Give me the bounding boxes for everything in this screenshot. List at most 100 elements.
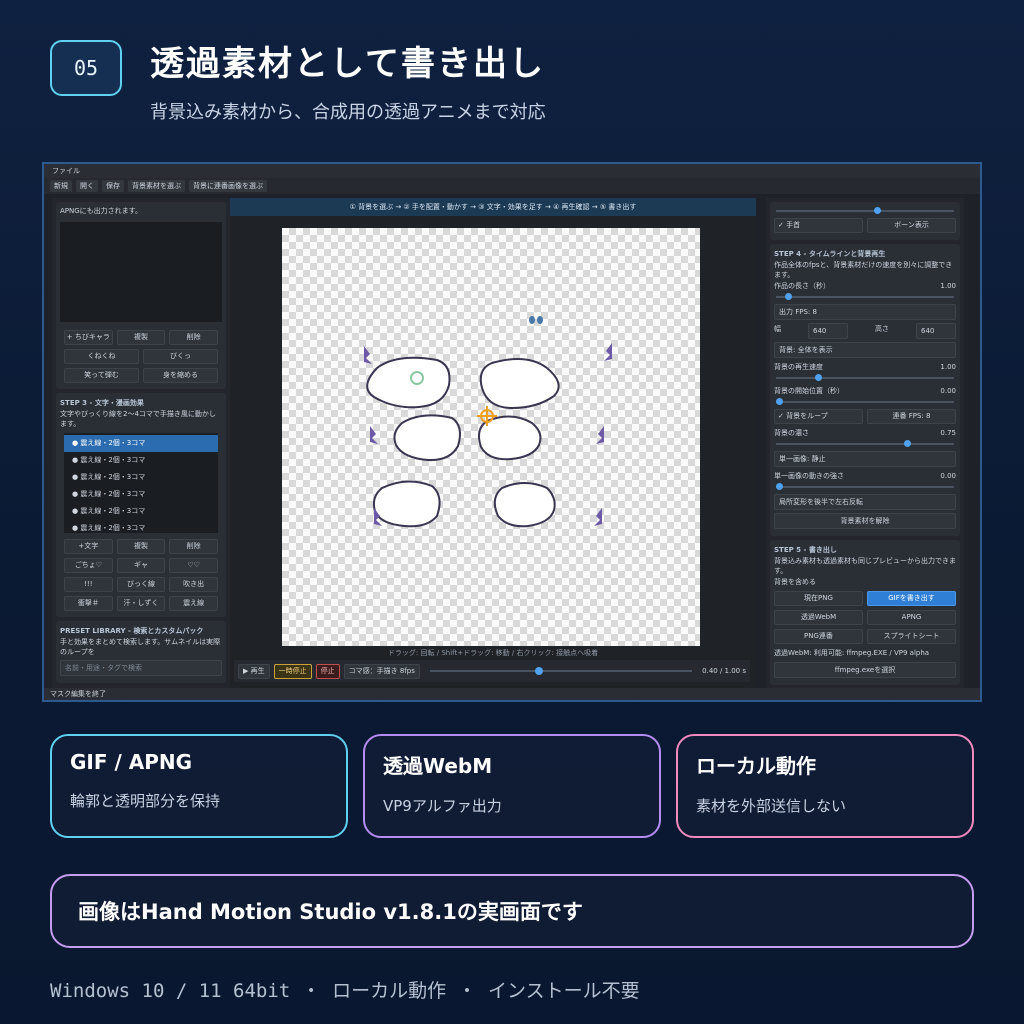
time-readout: 0.40 / 1.00 s [702,667,746,675]
export-png-seq-button[interactable]: PNG連番 [774,629,863,644]
export-webm-button[interactable]: 透過WebM [774,610,863,625]
canvas-hint: ドラッグ: 回転 / Shift+ドラッグ: 移動 / 右クリック: 接触点へ吸… [387,649,599,657]
play-button[interactable]: ▶ 再生 [238,663,270,679]
timeline-slider[interactable] [429,667,693,675]
fx-button[interactable]: ♡♡ [169,558,218,573]
webm-note: 透過WebM: 利用可能: ffmpeg.EXE / VP9 alpha [774,649,930,657]
width-label: 幅 [774,325,781,333]
flip-checkbox[interactable]: 局所変形を後半で左右反転 [774,494,956,510]
fx-button[interactable]: 吹き出 [169,577,218,592]
bg-display-select[interactable]: 背景: 全体を表示 [774,342,956,358]
fx-button[interactable]: 衝撃＃ [64,596,113,611]
workflow-steps: ① 背景を選ぶ → ② 手を配置・動かす → ③ 文字・効果を足す → ④ 再生… [230,198,756,216]
export-sprite-button[interactable]: スプライトシート [867,629,956,644]
intro-text: APNGにも出力されます。 [60,207,142,215]
bg-density-value: 0.75 [940,429,956,437]
bg-speed-slider[interactable] [776,374,954,381]
new-button[interactable]: 新規 [50,180,72,192]
height-input[interactable]: 640 [916,323,956,339]
step3-desc: 文字やびっくり線を2〜4コマで手描き風に動かします。 [60,410,216,428]
shrink-button[interactable]: 身を縮める [143,368,218,383]
single-move-label: 単一画像の動きの強さ [774,472,844,480]
preset-search-input[interactable]: 名前・用途・タグで検索 [60,660,222,676]
width-input[interactable]: 640 [808,323,848,339]
step5-title: STEP 5 - 書き出し [774,546,837,554]
fx-button[interactable]: !!! [64,577,113,592]
fx-button[interactable]: ギャ [116,558,166,573]
length-slider[interactable] [776,293,954,300]
card-desc: 素材を外部送信しない [696,797,847,815]
status-bar: マスク編集を終了 [44,688,980,700]
bg-speed-label: 背景の再生速度 [774,363,823,371]
step3-box: STEP 3 - 文字・漫画効果 文字やびっくり線を2〜4コマで手描き風に動かし… [56,393,226,617]
preview-canvas[interactable] [282,228,700,646]
center-preview: ① 背景を選ぶ → ② 手を配置・動かす → ③ 文字・効果を足す → ④ 再生… [230,198,756,690]
frame-style-select[interactable]: コマ感：手描き 8fps [343,663,420,679]
card-desc: VP9アルファ出力 [383,797,502,815]
list-item[interactable]: ● 震え線・2個・3コマ [64,486,218,503]
menu-file[interactable]: ファイル [44,164,980,178]
card-title: ローカル動作 [696,754,816,778]
include-bg-checkbox[interactable]: 背景を含める [774,576,956,588]
bg-start-label: 背景の開始位置（秒） [774,387,844,395]
top-options: ✓ 手首 ボーン表示 [770,202,960,240]
step4-box: STEP 4 - タイムラインと背景再生 作品全体のfpsと、背景素材だけの速度… [770,244,960,536]
open-button[interactable]: 開く [76,180,98,192]
wrist-checkbox[interactable]: ✓ 手首 [774,218,863,233]
fx-button[interactable]: 震え線 [169,596,218,611]
startle-button[interactable]: びくっ [143,349,218,364]
seq-fps-select[interactable]: 連番 FPS: 8 [867,409,956,424]
playback-bar: ▶ 再生 一時停止 停止 コマ感：手描き 8fps 0.40 / 1.00 s [234,660,750,682]
step4-title: STEP 4 - タイムラインと背景再生 [774,250,886,258]
hands-illustration [364,316,612,528]
bg-density-slider[interactable] [776,440,954,447]
add-text-button[interactable]: +文字 [64,539,113,554]
duplicate-button[interactable]: 複製 [116,330,166,345]
pause-button[interactable]: 一時停止 [273,663,312,679]
step4-desc: 作品全体のfpsと、背景素材だけの速度を別々に調整できます。 [774,261,953,279]
toolbar: 新規 開く 保存 背景素材を選ぶ 背景に連番画像を選ぶ [44,178,980,194]
release-bg-button[interactable]: 背景素材を解除 [774,513,956,529]
export-gif-button[interactable]: GIFを書き出す [867,591,956,606]
list-item[interactable]: ● 震え線・2個・3コマ [64,503,218,520]
fps-select[interactable]: 出力 FPS: 8 [774,304,956,320]
stop-button[interactable]: 停止 [315,663,340,679]
bg-start-slider[interactable] [776,398,954,405]
bg-speed-value: 1.00 [940,363,956,371]
step-badge: 05 [50,40,122,96]
fx-button[interactable]: 汗・しずく [116,596,166,611]
preset-desc: 手と効果をまとめて検索します。サムネイルは実際のループを [60,638,221,656]
list-item[interactable]: ● 震え線・2個・3コマ [64,520,218,537]
single-move-value: 0.00 [940,472,956,480]
add-chibi-button[interactable]: + ちびキャラ [64,330,113,345]
bg-loop-checkbox[interactable]: ✓ 背景をループ [774,409,863,424]
app-screenshot: ファイル 新規 開く 保存 背景素材を選ぶ 背景に連番画像を選ぶ APNGにも出… [42,162,982,702]
bone-toggle[interactable]: ボーン表示 [867,218,956,233]
length-value: 1.00 [940,282,956,290]
character-list[interactable] [60,222,222,322]
fx-duplicate-button[interactable]: 複製 [116,539,166,554]
save-button[interactable]: 保存 [102,180,124,192]
delete-button[interactable]: 削除 [169,330,218,345]
page-subtitle: 背景込み素材から、合成用の透過アニメまで対応 [150,102,546,123]
select-bg-button[interactable]: 背景素材を選ぶ [128,180,185,192]
fx-delete-button[interactable]: 削除 [169,539,218,554]
fx-button[interactable]: びっく線 [116,577,166,592]
list-item[interactable]: ● 震え線・2個・3コマ [64,469,218,486]
step3-title: STEP 3 - 文字・漫画効果 [60,399,144,407]
export-png-button[interactable]: 現在PNG [774,591,863,606]
fx-button[interactable]: ごちょ♡ [64,558,113,573]
export-apng-button[interactable]: APNG [867,610,956,625]
laugh-bounce-button[interactable]: 笑って弾む [64,368,139,383]
single-image-select[interactable]: 単一画像: 静止 [774,451,956,467]
select-seq-bg-button[interactable]: 背景に連番画像を選ぶ [189,180,267,192]
preset-title: PRESET LIBRARY - 検索とカスタムパック [60,627,204,635]
list-item[interactable]: ● 震え線・2個・3コマ [64,435,218,452]
length-label: 作品の長さ（秒） [774,282,830,290]
list-item[interactable]: ● 震え線・2個・3コマ [64,452,218,469]
wiggle-button[interactable]: くねくね [64,349,139,364]
single-move-slider[interactable] [776,483,954,490]
bg-start-value: 0.00 [940,387,956,395]
select-ffmpeg-button[interactable]: ffmpeg.exeを選択 [774,662,956,678]
top-slider[interactable] [776,207,954,214]
